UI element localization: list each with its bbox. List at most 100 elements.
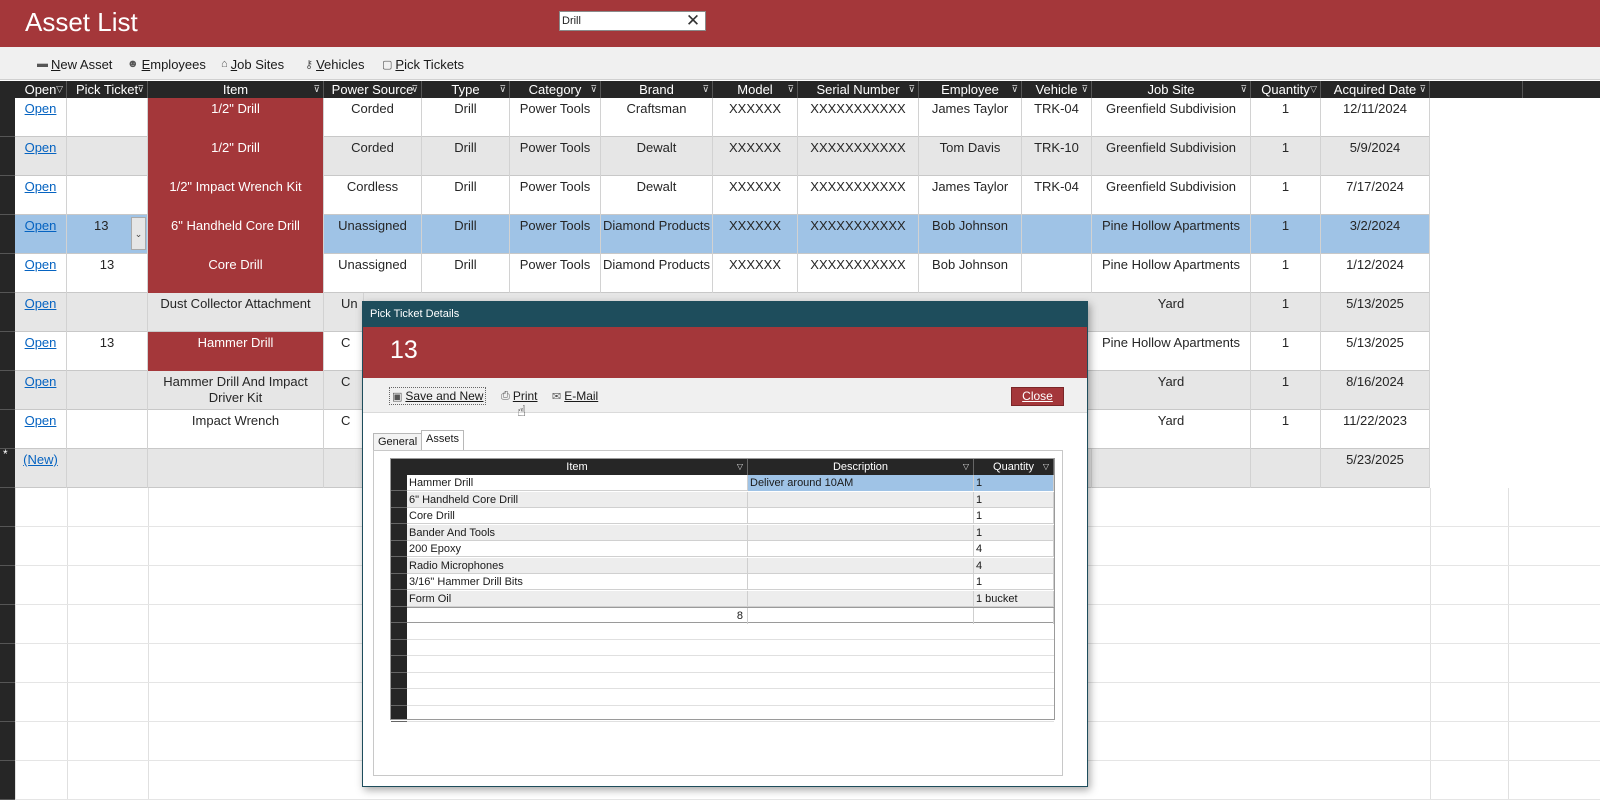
cell-site[interactable]: Greenfield Subdivision	[1092, 137, 1251, 176]
cell-pick[interactable]	[67, 98, 148, 137]
filter-arrow-icon[interactable]: ▽	[1043, 459, 1049, 475]
cell-pick[interactable]	[67, 410, 148, 449]
cell-model[interactable]: XXXXXX	[713, 176, 798, 215]
column-header-open[interactable]: Open ▽	[15, 81, 67, 98]
subform-row[interactable]: Form Oil 1 bucket	[407, 590, 1054, 607]
subform-cell-description[interactable]	[748, 541, 974, 557]
cell-qty[interactable]: 1	[1251, 176, 1321, 215]
filter-arrow-icon[interactable]: ⊽	[787, 81, 794, 98]
pick-ticket-dropdown[interactable]: ⌄	[67, 215, 148, 254]
column-header-pick[interactable]: Pick Ticket ⊽	[67, 81, 148, 98]
filter-arrow-icon[interactable]: ▽	[963, 459, 969, 475]
cell-item[interactable]: Dust Collector Attachment	[148, 293, 324, 332]
tab-general[interactable]: General	[373, 433, 423, 450]
subform-row[interactable]: 3/16" Hammer Drill Bits 1	[407, 574, 1054, 590]
cell-date[interactable]: 5/23/2025	[1321, 449, 1430, 488]
cell-qty[interactable]: 1	[1251, 293, 1321, 332]
filter-arrow-icon[interactable]: ⊽	[1240, 81, 1247, 98]
column-header-type[interactable]: Type ⊽	[422, 81, 510, 98]
cell-power[interactable]: C	[324, 410, 364, 449]
filter-arrow-icon[interactable]: ⊽	[499, 81, 506, 98]
cell-employee[interactable]: James Taylor	[919, 176, 1022, 215]
subform-cell-description[interactable]	[748, 574, 974, 590]
subform-row[interactable]: 200 Epoxy 4	[407, 541, 1054, 557]
column-header-qty[interactable]: Quantity ▽	[1251, 81, 1321, 98]
open-record-link[interactable]: Open	[15, 254, 67, 293]
cell-vehicle[interactable]	[1022, 215, 1092, 254]
cell-pick[interactable]: 13	[67, 332, 148, 371]
cell-pick[interactable]	[67, 371, 148, 410]
subform-cell-qty[interactable]: 1	[974, 491, 1054, 508]
cell-type[interactable]: Drill	[422, 215, 510, 254]
cell-employee[interactable]: Tom Davis	[919, 137, 1022, 176]
cell-vehicle[interactable]: TRK-04	[1022, 176, 1092, 215]
column-header-brand[interactable]: Brand ⊽	[601, 81, 713, 98]
cell-qty[interactable]: 1	[1251, 98, 1321, 137]
cell-employee[interactable]: James Taylor	[919, 98, 1022, 137]
column-header-item[interactable]: Item ⊽	[148, 81, 324, 98]
cell-brand[interactable]: Dewalt	[601, 137, 713, 176]
cell-date[interactable]: 11/22/2023	[1321, 410, 1430, 449]
cell-qty[interactable]: 1	[1251, 371, 1321, 410]
cell-pick[interactable]: 13	[67, 254, 148, 293]
subform-cell-item[interactable]: 6" Handheld Core Drill	[407, 491, 748, 508]
subform-cell-qty[interactable]: 4	[974, 557, 1054, 574]
open-record-link[interactable]: Open	[15, 332, 67, 371]
column-header-date[interactable]: Acquired Date ⊽	[1321, 81, 1430, 98]
filter-arrow-icon[interactable]: ⊽	[137, 81, 144, 98]
cell-item[interactable]: 1/2" Impact Wrench Kit	[148, 176, 324, 215]
cell-pick[interactable]	[67, 293, 148, 332]
cell-employee[interactable]: Bob Johnson	[919, 215, 1022, 254]
column-header-category[interactable]: Category ⊽	[510, 81, 601, 98]
search-input[interactable]	[562, 13, 682, 29]
subform-cell-qty[interactable]: 1 bucket	[974, 590, 1054, 607]
cell-date[interactable]: 8/16/2024	[1321, 371, 1430, 410]
table-row[interactable]: Open 1/2" Drill Corded Drill Power Tools Dewa…	[15, 137, 1430, 176]
cell-date[interactable]: 3/2/2024	[1321, 215, 1430, 254]
cell-qty[interactable]: 1	[1251, 215, 1321, 254]
subform-row[interactable]: Hammer Drill Deliver around 10AM 1	[407, 475, 1054, 491]
cell-qty[interactable]: 1	[1251, 137, 1321, 176]
filter-arrow-icon[interactable]: ⊽	[1419, 81, 1426, 98]
column-header-serial[interactable]: Serial Number ⊽	[798, 81, 919, 98]
email-button[interactable]: ✉ E-Mail	[552, 387, 598, 405]
column-header-employee[interactable]: Employee ⊽	[919, 81, 1022, 98]
open-record-link[interactable]: Open	[15, 371, 67, 410]
cell-date[interactable]: 12/11/2024	[1321, 98, 1430, 137]
open-record-link[interactable]: Open	[15, 176, 67, 215]
filter-arrow-icon[interactable]: ⊽	[908, 81, 915, 98]
cell-qty[interactable]: 1	[1251, 410, 1321, 449]
cell-date[interactable]: 5/9/2024	[1321, 137, 1430, 176]
cell-model[interactable]: XXXXXX	[713, 254, 798, 293]
cell-date[interactable]: 1/12/2024	[1321, 254, 1430, 293]
subform-cell-item[interactable]: 3/16" Hammer Drill Bits	[407, 574, 748, 590]
cell-model[interactable]: XXXXXX	[713, 215, 798, 254]
subform-cell-qty[interactable]: 1	[974, 574, 1054, 590]
cell-serial[interactable]: XXXXXXXXXXX	[798, 215, 919, 254]
subform-cell-description[interactable]	[748, 508, 974, 524]
cell-site[interactable]	[1092, 449, 1251, 488]
subform-row[interactable]: Radio Microphones 4	[407, 557, 1054, 574]
column-header-model[interactable]: Model ⊽	[713, 81, 798, 98]
filter-arrow-icon[interactable]: ⊽	[313, 81, 320, 98]
cell-vehicle[interactable]: TRK-04	[1022, 98, 1092, 137]
cell-pick[interactable]	[67, 137, 148, 176]
employees-button[interactable]: ☻ Employees	[127, 55, 206, 73]
cell-brand[interactable]: Diamond Products	[601, 215, 713, 254]
column-header-vehicle[interactable]: Vehicle ⊽	[1022, 81, 1092, 98]
cell-serial[interactable]: XXXXXXXXXXX	[798, 137, 919, 176]
cell-item[interactable]	[148, 449, 324, 488]
cell-item[interactable]: 1/2" Drill	[148, 137, 324, 176]
cell-type[interactable]: Drill	[422, 98, 510, 137]
cell-site[interactable]: Yard	[1092, 293, 1251, 332]
close-button[interactable]: Close	[1011, 387, 1064, 406]
subform-cell-item[interactable]: Radio Microphones	[407, 557, 748, 574]
filter-arrow-icon[interactable]: ⊽	[702, 81, 709, 98]
open-record-link[interactable]: Open	[15, 215, 67, 254]
table-row[interactable]: Open 1/2" Drill Corded Drill Power Tools Craf…	[15, 98, 1430, 137]
open-record-link[interactable]: (New)	[15, 449, 67, 488]
subform-cell-item[interactable]: 200 Epoxy	[407, 541, 748, 557]
subform-cell-description[interactable]	[748, 557, 974, 574]
cell-serial[interactable]: XXXXXXXXXXX	[798, 254, 919, 293]
cell-type[interactable]: Drill	[422, 137, 510, 176]
